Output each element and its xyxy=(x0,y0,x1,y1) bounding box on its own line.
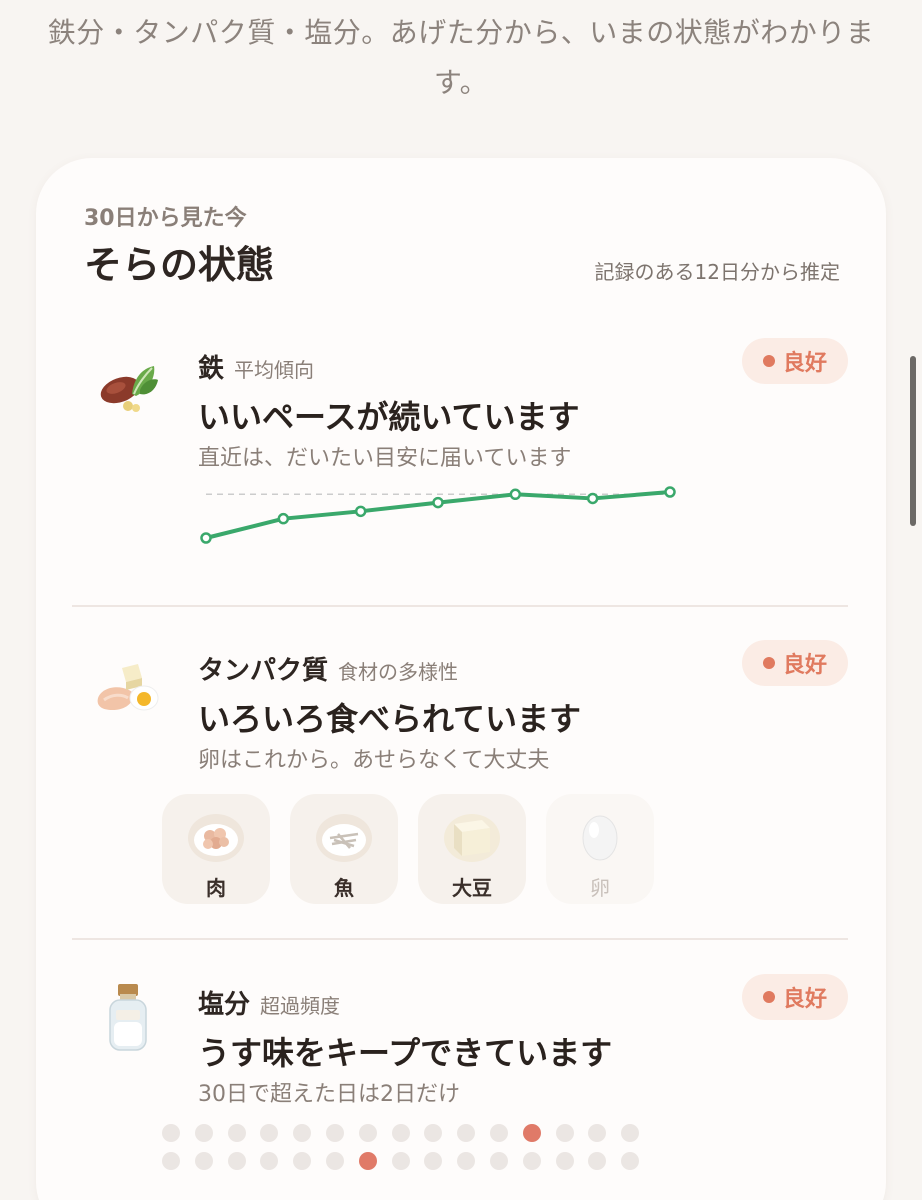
day-dot xyxy=(424,1152,443,1170)
day-dot xyxy=(227,1124,246,1142)
tofu-icon xyxy=(444,814,500,862)
day-dot xyxy=(588,1124,607,1142)
iron-label-text: 鉄 xyxy=(198,354,225,384)
day-dot xyxy=(424,1124,443,1142)
iron-data-point xyxy=(432,496,444,509)
day-dot xyxy=(162,1124,180,1142)
salt-label: 塩分 超過頻度 xyxy=(198,984,340,1021)
protein-status-text: 良好 xyxy=(782,653,827,678)
salt-status-text: 良好 xyxy=(782,987,827,1012)
day-dot xyxy=(260,1124,279,1142)
day-dot xyxy=(325,1124,344,1142)
day-dot xyxy=(457,1124,476,1142)
iron-status-text: 良好 xyxy=(782,351,827,376)
day-dot xyxy=(457,1152,476,1170)
day-dot xyxy=(194,1124,213,1142)
day-dot xyxy=(260,1152,279,1170)
status-dot-icon xyxy=(762,657,775,669)
day-dot xyxy=(489,1124,508,1142)
day-dot xyxy=(194,1152,213,1170)
food-chip-soy: 大豆 xyxy=(418,794,526,904)
iron-section: 鉄平均傾向 良好 いいペースが続いています 直近は、だいたい目安に届いています xyxy=(72,336,848,606)
food-name: 大豆 xyxy=(452,876,492,900)
status-dot-icon xyxy=(762,991,775,1003)
iron-data-point xyxy=(277,512,290,525)
protein-headline: いろいろ食べられています xyxy=(198,700,582,738)
food-name: 魚 xyxy=(334,876,354,900)
food-chip-egg: 卵 xyxy=(546,794,654,904)
iron-headline: いいペースが続いています xyxy=(198,398,580,436)
card-title: そらの状態 xyxy=(84,243,275,287)
status-dot-icon xyxy=(762,355,775,367)
protein-label-text: タンパク質 xyxy=(198,656,329,686)
salt-day-grid xyxy=(162,1124,640,1170)
iron-data-point xyxy=(509,488,522,501)
chicken-tofu-egg-icon xyxy=(97,664,159,711)
liver-spinach-icon xyxy=(100,366,158,412)
protein-status-badge: 良好 xyxy=(742,640,848,686)
day-dot xyxy=(489,1152,508,1170)
fish-bowl-icon xyxy=(316,814,372,862)
iron-label: 鉄平均傾向 xyxy=(198,348,314,385)
day-dot xyxy=(293,1152,312,1170)
day-dot xyxy=(293,1124,312,1142)
day-dot xyxy=(555,1124,574,1142)
food-chips: 肉 魚 大豆 卵 xyxy=(162,794,654,904)
iron-sublabel: 平均傾向 xyxy=(234,358,315,382)
day-dot xyxy=(588,1152,607,1170)
iron-description: 直近は、だいたい目安に届いています xyxy=(198,446,572,471)
card-subtitle: 30日から見た今 xyxy=(84,206,247,231)
iron-data-point xyxy=(586,492,599,505)
salt-status-badge: 良好 xyxy=(742,974,848,1020)
iron-status-badge: 良好 xyxy=(742,338,848,384)
day-dot xyxy=(391,1152,410,1170)
intro-text: 鉄分・タンパク質・塩分。あげた分から、いまの状態がわかります。 xyxy=(47,16,875,99)
day-dot xyxy=(227,1152,246,1170)
protein-description: 卵はこれから。あせらなくて大丈夫 xyxy=(198,748,550,773)
status-card: 30日から見た今 そらの状態 記録のある12日分から推定 鉄平均傾向 良好 いい… xyxy=(36,158,886,1200)
salt-description: 30日で超えた日は2日だけ xyxy=(198,1082,460,1107)
iron-data-point xyxy=(354,505,367,518)
salt-label-text: 塩分 xyxy=(198,990,251,1020)
day-dot xyxy=(358,1124,377,1142)
card-note: 記録のある12日分から推定 xyxy=(594,260,840,284)
day-dot xyxy=(325,1152,344,1170)
day-dot xyxy=(555,1152,574,1170)
protein-sublabel: 食材の多様性 xyxy=(338,660,459,684)
day-dot xyxy=(522,1152,541,1170)
divider xyxy=(72,605,848,607)
iron-trend-chart xyxy=(200,486,676,544)
egg-icon xyxy=(582,815,618,861)
food-name: 卵 xyxy=(590,876,610,900)
salt-jar-icon xyxy=(109,984,147,1051)
iron-data-point xyxy=(664,486,676,498)
protein-label: タンパク質 食材の多様性 xyxy=(198,650,458,687)
scrollbar[interactable] xyxy=(910,356,916,526)
iron-data-point xyxy=(200,532,212,544)
food-name: 肉 xyxy=(206,876,226,900)
day-dot xyxy=(391,1124,410,1142)
day-dot xyxy=(621,1124,640,1142)
food-chip-meat: 肉 xyxy=(162,794,270,904)
salt-headline: うす味をキープできています xyxy=(198,1034,613,1072)
salt-sublabel: 超過頻度 xyxy=(260,994,341,1018)
food-chip-fish: 魚 xyxy=(290,794,398,904)
meat-bowl-icon xyxy=(188,814,244,862)
day-dot-exceeded xyxy=(522,1124,541,1142)
day-dot xyxy=(162,1152,180,1170)
divider xyxy=(72,938,848,940)
day-dot xyxy=(621,1152,640,1170)
day-dot-exceeded xyxy=(358,1152,377,1170)
